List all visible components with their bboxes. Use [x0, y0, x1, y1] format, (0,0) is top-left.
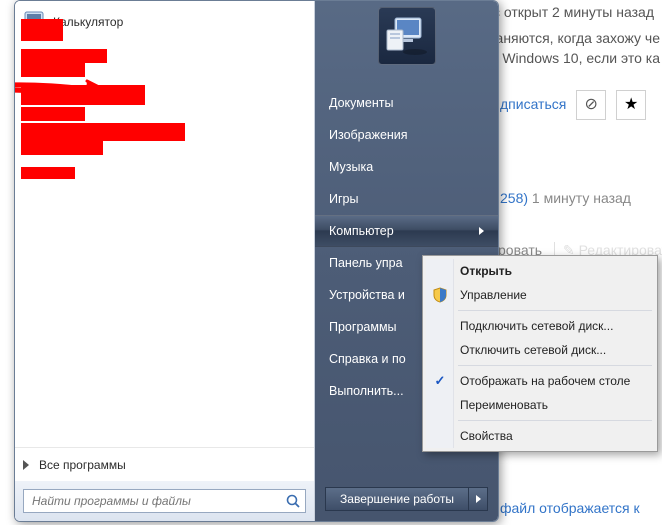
programs-list: Калькулятор — [15, 1, 314, 447]
search-icon — [285, 493, 301, 509]
shutdown-button[interactable]: Завершение работы — [325, 487, 468, 511]
link-pictures[interactable]: Изображения — [315, 119, 498, 151]
cm-show-desktop[interactable]: ✓ Отображать на рабочем столе — [426, 369, 654, 393]
shutdown-split-button[interactable]: Завершение работы — [325, 487, 488, 511]
link-music[interactable]: Музыка — [315, 151, 498, 183]
calculator-icon — [23, 11, 45, 33]
separator — [458, 310, 652, 311]
triangle-right-icon — [476, 495, 481, 503]
user-rep[interactable]: 258) — [500, 190, 528, 206]
cm-properties[interactable]: Свойства — [426, 424, 654, 448]
bg-text-1: аняются, когда захожу че — [496, 30, 660, 46]
link-games[interactable]: Игры — [315, 183, 498, 215]
cm-map-drive[interactable]: Подключить сетевой диск... — [426, 314, 654, 338]
redaction-scribble-left — [15, 17, 313, 217]
cm-open[interactable]: Открыть — [426, 259, 654, 283]
all-programs-label: Все программы — [39, 458, 126, 472]
answer-time: 1 минуту назад — [532, 190, 631, 206]
all-programs[interactable]: Все программы — [15, 447, 314, 481]
start-menu-left-pane: Калькулятор Все программы — [15, 1, 315, 521]
search-row — [15, 481, 314, 521]
shutdown-row: Завершение работы — [315, 479, 498, 521]
subscribe-link[interactable]: дписаться — [500, 96, 566, 112]
shutdown-options-arrow[interactable] — [468, 487, 488, 511]
bg-below: файл отображается к — [500, 500, 640, 516]
cm-unmap-drive[interactable]: Отключить сетевой диск... — [426, 338, 654, 362]
program-item-calculator[interactable]: Калькулятор — [19, 7, 310, 37]
block-button[interactable]: ⊘ — [576, 90, 606, 120]
link-documents[interactable]: Документы — [315, 87, 498, 119]
star-button[interactable]: ★ — [616, 90, 646, 120]
bg-text-2: Windows 10, если это ка — [502, 50, 660, 66]
separator — [458, 365, 652, 366]
bg-question-meta: ос открыт 2 минуты назад — [485, 4, 654, 20]
check-icon: ✓ — [432, 373, 448, 389]
triangle-right-icon — [23, 460, 29, 470]
search-box[interactable] — [23, 489, 306, 513]
link-computer[interactable]: Компьютер — [315, 215, 498, 247]
shield-icon — [432, 287, 448, 303]
user-picture-area — [315, 1, 498, 87]
cm-rename[interactable]: Переименовать — [426, 393, 654, 417]
separator — [458, 420, 652, 421]
search-input[interactable] — [30, 493, 285, 509]
program-label: Калькулятор — [53, 15, 123, 29]
cm-manage[interactable]: Управление — [426, 283, 654, 307]
submenu-arrow-icon — [479, 227, 484, 235]
context-menu: Открыть Управление Подключить сетевой ди… — [422, 255, 658, 452]
computer-icon — [378, 7, 436, 65]
